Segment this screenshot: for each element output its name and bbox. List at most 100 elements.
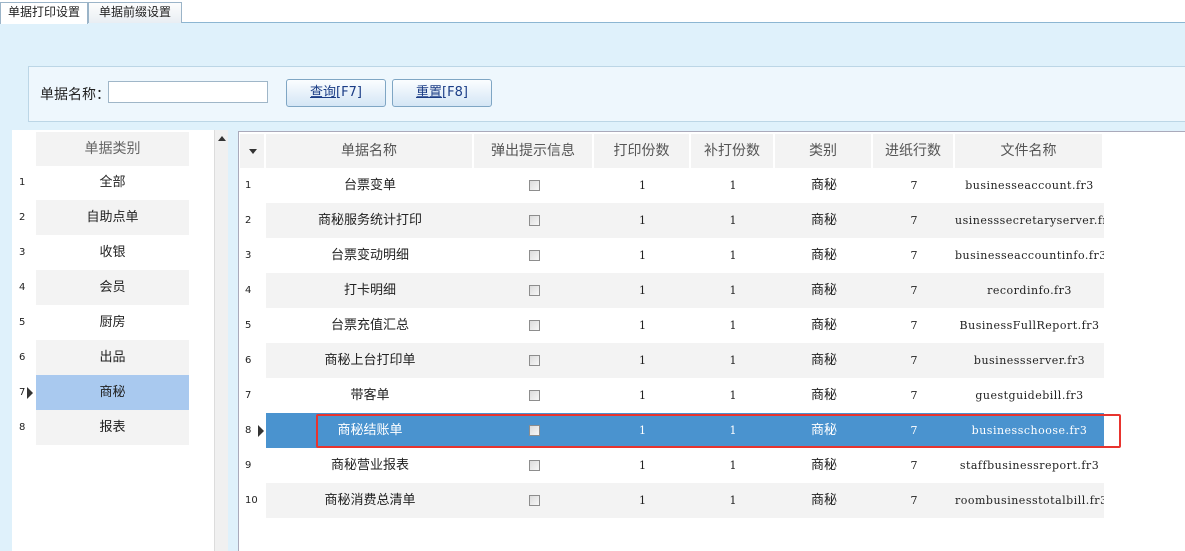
cell-bill-name[interactable]: 带客单 [266, 378, 474, 413]
col-header-feed-lines[interactable]: 进纸行数 [873, 134, 955, 168]
cell-feed-lines[interactable]: 7 [873, 483, 955, 518]
cell-feed-lines[interactable]: 7 [873, 343, 955, 378]
popup-checkbox[interactable] [528, 425, 540, 436]
table-row[interactable]: 9 商秘营业报表 1 1 商秘 7 staffbusinessreport.fr3 [240, 448, 1104, 483]
category-item[interactable]: 2 自助点单 [16, 200, 189, 235]
cell-reprint[interactable]: 1 [691, 308, 775, 343]
col-header-file-name[interactable]: 文件名称 [955, 134, 1104, 168]
cell-bill-name[interactable]: 商秘营业报表 [266, 448, 474, 483]
cell-reprint[interactable]: 1 [691, 483, 775, 518]
col-header-popup[interactable]: 弹出提示信息 [474, 134, 594, 168]
cell-file-name[interactable]: BusinessFullReport.fr3 [955, 308, 1104, 343]
cell-feed-lines[interactable]: 7 [873, 413, 955, 448]
cell-bill-name[interactable]: 打卡明细 [266, 273, 474, 308]
category-item[interactable]: 4 会员 [16, 270, 189, 305]
scroll-up-icon[interactable] [218, 136, 226, 141]
cell-copies[interactable]: 1 [594, 483, 691, 518]
cell-copies[interactable]: 1 [594, 378, 691, 413]
table-row[interactable]: 5 台票充值汇总 1 1 商秘 7 BusinessFullReport.fr3 [240, 308, 1104, 343]
cell-file-name[interactable]: businesseaccount.fr3 [955, 168, 1104, 203]
cell-category[interactable]: 商秘 [775, 483, 873, 518]
cell-reprint[interactable]: 1 [691, 168, 775, 203]
cell-bill-name[interactable]: 商秘消费总清单 [266, 483, 474, 518]
cell-feed-lines[interactable]: 7 [873, 378, 955, 413]
cell-reprint[interactable]: 1 [691, 413, 775, 448]
col-header-name[interactable]: 单据名称 [266, 134, 474, 168]
cell-reprint[interactable]: 1 [691, 448, 775, 483]
cell-reprint[interactable]: 1 [691, 203, 775, 238]
bill-name-input[interactable] [108, 81, 268, 103]
table-row[interactable]: 7 带客单 1 1 商秘 7 guestguidebill.fr3 [240, 378, 1104, 413]
popup-checkbox[interactable] [528, 285, 540, 296]
cell-file-name[interactable]: staffbusinessreport.fr3 [955, 448, 1104, 483]
cell-category[interactable]: 商秘 [775, 308, 873, 343]
cell-copies[interactable]: 1 [594, 168, 691, 203]
popup-checkbox[interactable] [528, 180, 540, 191]
cell-bill-name[interactable]: 商秘上台打印单 [266, 343, 474, 378]
cell-copies[interactable]: 1 [594, 203, 691, 238]
col-header-reprint[interactable]: 补打份数 [691, 134, 775, 168]
category-item[interactable]: 1 全部 [16, 165, 189, 200]
table-row[interactable]: 6 商秘上台打印单 1 1 商秘 7 businessserver.fr3 [240, 343, 1104, 378]
tab-print-settings[interactable]: 单据打印设置 [0, 2, 88, 24]
cell-category[interactable]: 商秘 [775, 238, 873, 273]
col-header-category[interactable]: 类别 [775, 134, 873, 168]
cell-reprint[interactable]: 1 [691, 273, 775, 308]
category-item[interactable]: 8 报表 [16, 410, 189, 445]
category-scrollbar[interactable] [214, 130, 228, 551]
row-indicator-header[interactable] [240, 134, 266, 168]
cell-file-name[interactable]: businesschoose.fr3 [955, 413, 1104, 448]
popup-checkbox[interactable] [528, 215, 540, 226]
cell-bill-name[interactable]: 商秘服务统计打印 [266, 203, 474, 238]
cell-file-name[interactable]: guestguidebill.fr3 [955, 378, 1104, 413]
category-item[interactable]: 6 出品 [16, 340, 189, 375]
cell-category[interactable]: 商秘 [775, 168, 873, 203]
cell-file-name[interactable]: recordinfo.fr3 [955, 273, 1104, 308]
popup-checkbox[interactable] [528, 355, 540, 366]
cell-copies[interactable]: 1 [594, 413, 691, 448]
dropdown-icon[interactable] [249, 149, 257, 154]
cell-reprint[interactable]: 1 [691, 343, 775, 378]
cell-category[interactable]: 商秘 [775, 203, 873, 238]
cell-copies[interactable]: 1 [594, 273, 691, 308]
cell-bill-name[interactable]: 台票变动明细 [266, 238, 474, 273]
cell-category[interactable]: 商秘 [775, 448, 873, 483]
cell-feed-lines[interactable]: 7 [873, 448, 955, 483]
cell-copies[interactable]: 1 [594, 343, 691, 378]
category-item[interactable]: 5 厨房 [16, 305, 189, 340]
reset-button[interactable]: 重置[F8] [392, 79, 492, 107]
table-row[interactable]: 10 商秘消费总清单 1 1 商秘 7 roombusinesstotalbill.fr3 [240, 483, 1104, 518]
popup-checkbox[interactable] [528, 250, 540, 261]
table-row[interactable]: 1 台票变单 1 1 商秘 7 businesseaccount.fr3 [240, 168, 1104, 203]
popup-checkbox[interactable] [528, 460, 540, 471]
cell-feed-lines[interactable]: 7 [873, 308, 955, 343]
cell-file-name[interactable]: businessserver.fr3 [955, 343, 1104, 378]
tab-prefix-settings[interactable]: 单据前缀设置 [88, 2, 182, 23]
cell-category[interactable]: 商秘 [775, 378, 873, 413]
cell-bill-name[interactable]: 台票变单 [266, 168, 474, 203]
category-item[interactable]: 3 收银 [16, 235, 189, 270]
cell-feed-lines[interactable]: 7 [873, 168, 955, 203]
table-row[interactable]: 8 商秘结账单 1 1 商秘 7 businesschoose.fr3 [240, 413, 1104, 448]
cell-copies[interactable]: 1 [594, 448, 691, 483]
cell-bill-name[interactable]: 台票充值汇总 [266, 308, 474, 343]
cell-copies[interactable]: 1 [594, 238, 691, 273]
cell-file-name[interactable]: usinesssecretaryserver.fr [955, 203, 1104, 238]
cell-category[interactable]: 商秘 [775, 273, 873, 308]
col-header-copies[interactable]: 打印份数 [594, 134, 691, 168]
cell-category[interactable]: 商秘 [775, 413, 873, 448]
cell-file-name[interactable]: businesseaccountinfo.fr3 [955, 238, 1104, 273]
cell-feed-lines[interactable]: 7 [873, 273, 955, 308]
cell-reprint[interactable]: 1 [691, 378, 775, 413]
cell-bill-name[interactable]: 商秘结账单 [266, 413, 474, 448]
query-button[interactable]: 查询[F7] [286, 79, 386, 107]
cell-feed-lines[interactable]: 7 [873, 203, 955, 238]
cell-reprint[interactable]: 1 [691, 238, 775, 273]
cell-copies[interactable]: 1 [594, 308, 691, 343]
table-row[interactable]: 3 台票变动明细 1 1 商秘 7 businesseaccountinfo.fr3 [240, 238, 1104, 273]
cell-file-name[interactable]: roombusinesstotalbill.fr3 [955, 483, 1104, 518]
category-item[interactable]: 7 商秘 [16, 375, 189, 410]
popup-checkbox[interactable] [528, 390, 540, 401]
table-row[interactable]: 2 商秘服务统计打印 1 1 商秘 7 usinesssecretaryserver.fr [240, 203, 1104, 238]
popup-checkbox[interactable] [528, 320, 540, 331]
